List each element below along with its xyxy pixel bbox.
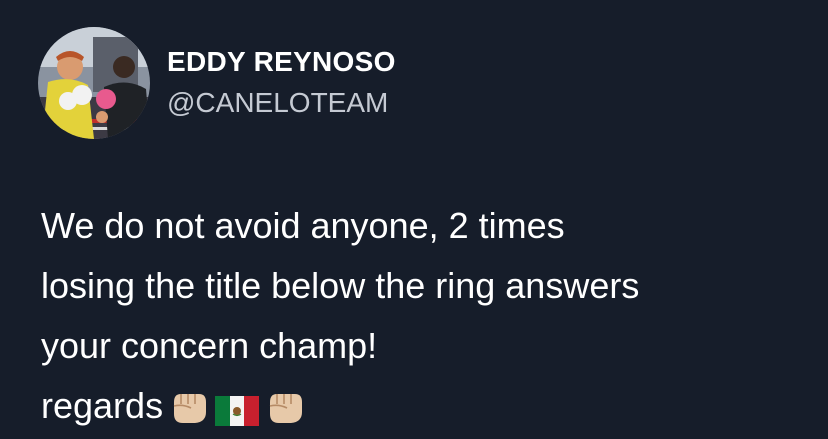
tweet-line-1: We do not avoid anyone, 2 times (41, 205, 565, 246)
author-handle[interactable]: @CANELOTEAM (167, 87, 388, 119)
profile-photo-icon (38, 27, 150, 139)
fist-icon (265, 388, 305, 426)
author-display-name[interactable]: EDDY REYNOSO (167, 46, 396, 78)
tweet-line-2: losing the title below the ring answers (41, 265, 640, 306)
mexico-flag-icon (215, 396, 260, 426)
fist-icon (169, 388, 209, 426)
tweet-body: We do not avoid anyone, 2 times losing t… (41, 196, 821, 436)
author-avatar[interactable] (38, 27, 150, 139)
tweet-card: EDDY REYNOSO @CANELOTEAM We do not avoid… (0, 0, 828, 439)
tweet-line-4: regards (41, 376, 821, 436)
tweet-line-4-text: regards (41, 385, 164, 426)
tweet-line-3: your concern champ! (41, 325, 378, 366)
